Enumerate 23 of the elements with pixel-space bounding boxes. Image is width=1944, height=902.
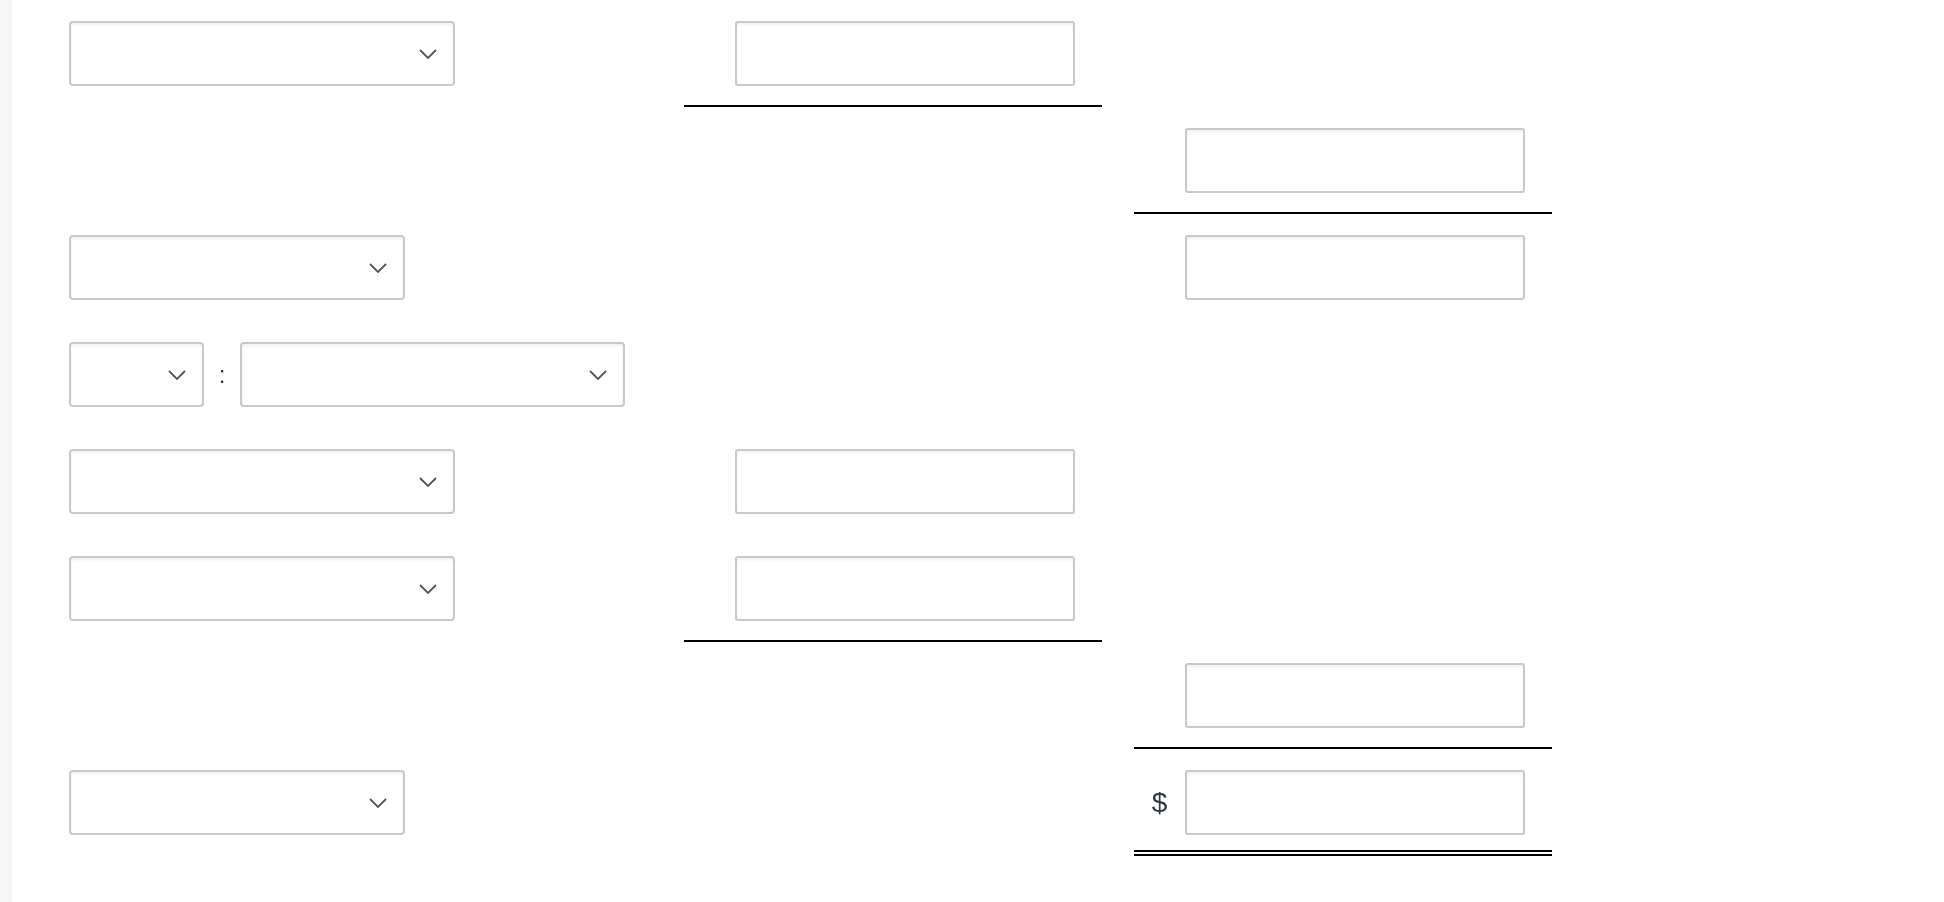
dropdown[interactable] xyxy=(240,342,625,407)
input-field[interactable] xyxy=(735,556,1075,621)
currency-sign: $ xyxy=(1151,788,1168,817)
chevron-down-icon xyxy=(369,262,387,273)
dropdown[interactable] xyxy=(69,449,455,514)
chevron-down-icon xyxy=(589,369,607,380)
chevron-down-icon xyxy=(369,797,387,808)
dropdown[interactable] xyxy=(69,770,405,835)
input-field[interactable] xyxy=(1185,235,1525,300)
chevron-down-icon xyxy=(419,476,437,487)
input-field[interactable] xyxy=(735,21,1075,86)
dropdown[interactable] xyxy=(69,342,204,407)
input-field[interactable] xyxy=(1185,663,1525,728)
chevron-down-icon xyxy=(419,48,437,59)
separator: : xyxy=(218,362,226,387)
dropdown[interactable] xyxy=(69,21,455,86)
dropdown[interactable] xyxy=(69,556,455,621)
input-field[interactable] xyxy=(735,449,1075,514)
input-field[interactable] xyxy=(1185,128,1525,193)
input-field[interactable] xyxy=(1185,770,1525,835)
chevron-down-icon xyxy=(419,583,437,594)
chevron-down-icon xyxy=(168,369,186,380)
dropdown[interactable] xyxy=(69,235,405,300)
